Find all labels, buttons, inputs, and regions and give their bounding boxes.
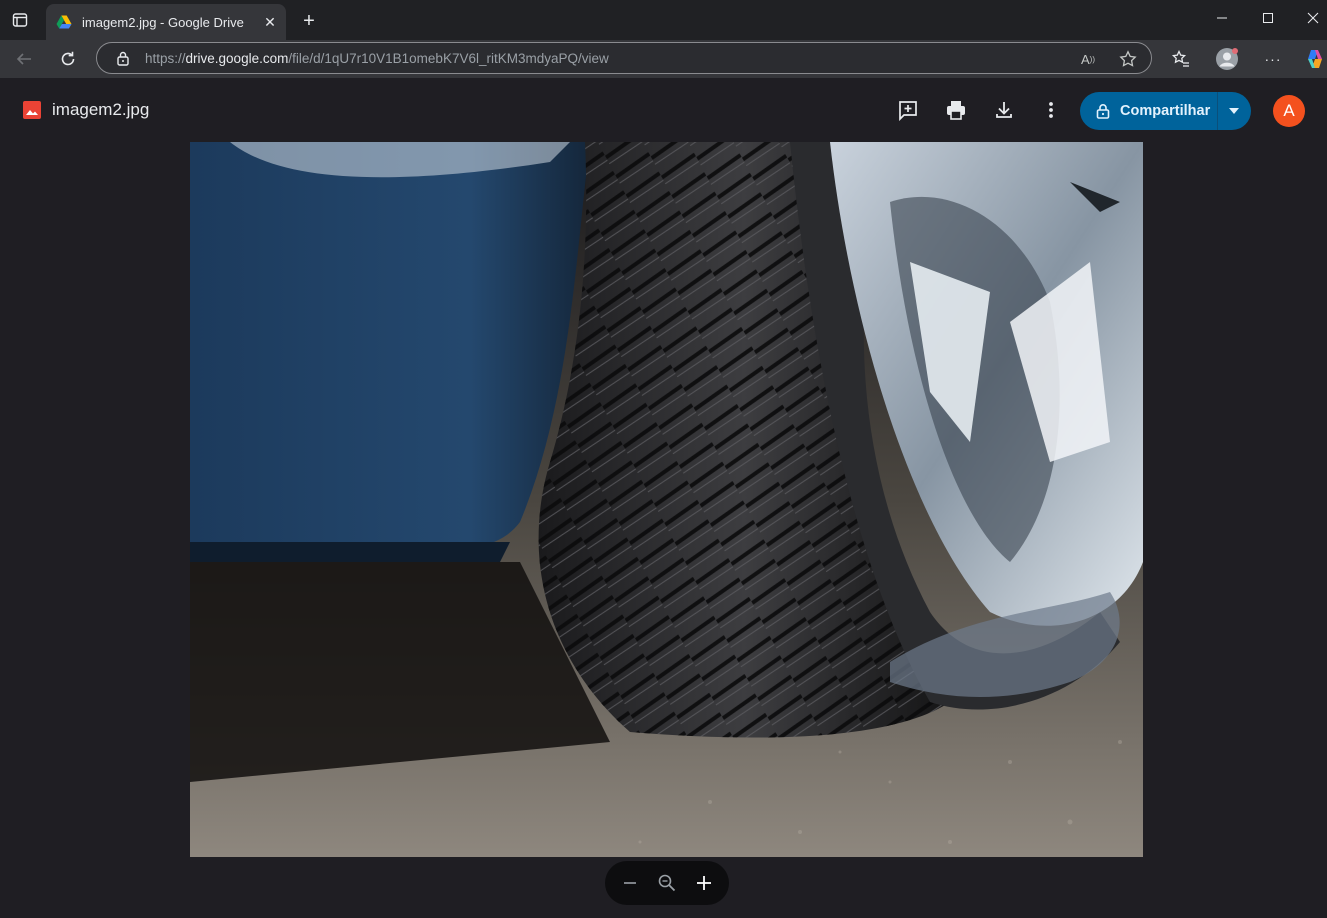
address-bar[interactable]: https://drive.google.com/file/d/1qU7r10V… <box>96 42 1152 74</box>
star-icon[interactable] <box>1119 50 1137 68</box>
minus-icon <box>623 882 636 884</box>
copilot-button[interactable] <box>1302 46 1327 72</box>
print-icon <box>947 101 965 120</box>
browser-tab-active[interactable]: imagem2.jpg - Google Drive ✕ <box>46 4 286 40</box>
download-icon <box>996 102 1012 118</box>
zoom-controls <box>605 861 729 905</box>
read-aloud-icon[interactable]: A)) <box>1079 50 1097 68</box>
url-text: https://drive.google.com/file/d/1qU7r10V… <box>145 50 609 66</box>
add-comment-button[interactable] <box>894 96 922 124</box>
add-comment-icon <box>899 101 917 121</box>
zoom-reset-button[interactable] <box>653 869 681 897</box>
image-file-icon <box>23 101 41 119</box>
plus-icon <box>697 876 712 890</box>
window-close-button[interactable] <box>1290 0 1327 36</box>
copilot-icon <box>1308 50 1322 68</box>
flat-tire-photo <box>190 142 1143 857</box>
back-button[interactable] <box>11 46 37 72</box>
account-avatar[interactable]: A <box>1273 95 1305 127</box>
maximize-icon <box>1263 13 1273 23</box>
profile-button[interactable] <box>1214 46 1240 72</box>
download-button[interactable] <box>990 96 1018 124</box>
browser-toolbar: https://drive.google.com/file/d/1qU7r10V… <box>0 40 1327 78</box>
zoom-out-button[interactable] <box>616 869 644 897</box>
caret-down-icon <box>1229 108 1239 114</box>
share-dropdown-button[interactable] <box>1218 92 1250 130</box>
print-button[interactable] <box>942 96 970 124</box>
profile-icon <box>1216 48 1238 70</box>
settings-more-button[interactable]: ··· <box>1260 46 1286 72</box>
tab-title: imagem2.jpg - Google Drive <box>82 14 244 30</box>
more-actions-button[interactable] <box>1037 96 1065 124</box>
zoom-icon <box>658 874 676 892</box>
viewer-header: imagem2.jpg Compartilhar A <box>0 78 1327 142</box>
favorites-star-list-icon <box>1171 49 1189 67</box>
google-drive-icon <box>56 15 72 29</box>
favorites-button[interactable] <box>1168 46 1194 72</box>
lock-icon[interactable] <box>115 50 131 66</box>
tab-strip: imagem2.jpg - Google Drive ✕ + <box>0 0 1327 40</box>
file-name: imagem2.jpg <box>52 100 150 119</box>
tab-actions-icon <box>12 13 28 27</box>
tab-close-icon[interactable]: ✕ <box>260 12 280 32</box>
maximize-button[interactable] <box>1245 0 1291 36</box>
reload-button[interactable] <box>55 46 81 72</box>
share-button[interactable]: Compartilhar <box>1080 92 1251 130</box>
arrow-left-icon <box>16 53 31 65</box>
more-vert-icon <box>1049 102 1053 118</box>
lock-icon <box>1096 104 1110 119</box>
minimize-button[interactable] <box>1199 0 1245 36</box>
share-label: Compartilhar <box>1120 103 1211 119</box>
zoom-in-button[interactable] <box>690 869 718 897</box>
image-preview <box>190 142 1143 857</box>
minimize-icon <box>1217 17 1227 19</box>
reload-icon <box>61 51 75 66</box>
tab-actions-button[interactable] <box>8 8 32 32</box>
new-tab-button[interactable]: + <box>298 10 320 32</box>
share-main-button[interactable]: Compartilhar <box>1080 92 1218 130</box>
window-close-icon <box>1307 12 1319 24</box>
